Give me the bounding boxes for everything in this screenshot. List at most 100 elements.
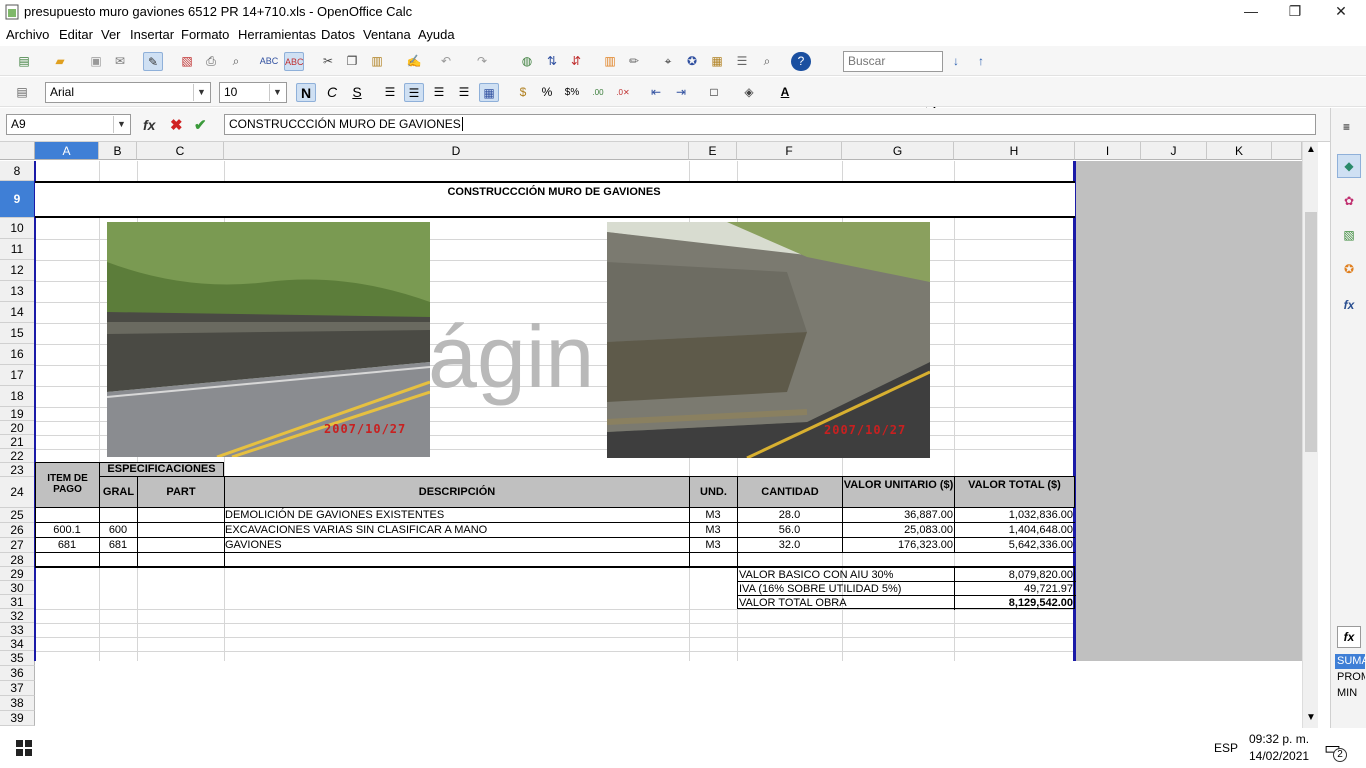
- delete-decimal-icon[interactable]: .0✕: [613, 83, 633, 102]
- find-next-icon[interactable]: ↓: [946, 52, 966, 71]
- align-right-icon[interactable]: ☰: [429, 83, 449, 102]
- spreadsheet-grid[interactable]: A B C D E F G H I J K 8 9 10 11 12 13 14…: [0, 142, 1302, 728]
- find-previous-icon[interactable]: ↑: [971, 52, 991, 71]
- table-row[interactable]: 600.1 600 EXCAVACIONES VARIAS SIN CLASIF…: [35, 523, 1075, 538]
- row-header-8[interactable]: 8: [0, 161, 35, 181]
- vertical-scrollbar[interactable]: ▲ ▼: [1302, 142, 1318, 728]
- row-header-39[interactable]: 39: [0, 711, 35, 726]
- col-header-i[interactable]: I: [1075, 142, 1141, 160]
- row-header-10[interactable]: 10: [0, 218, 35, 239]
- sidebar-menu-icon[interactable]: ≡: [1343, 120, 1350, 134]
- row-header-35[interactable]: 35: [0, 651, 35, 666]
- accept-icon[interactable]: ✔: [194, 116, 207, 134]
- save-icon[interactable]: ▣: [86, 52, 106, 71]
- row-header-20[interactable]: 20: [0, 421, 35, 435]
- standard-format-icon[interactable]: $%: [562, 83, 582, 102]
- row-header-14[interactable]: 14: [0, 302, 35, 323]
- font-color-icon[interactable]: A: [775, 83, 795, 102]
- sort-ascending-icon[interactable]: ⇅: [542, 52, 562, 71]
- increase-indent-icon[interactable]: ⇥: [671, 83, 691, 102]
- formula-input[interactable]: CONSTRUCCCIÓN MURO DE GAVIONES: [224, 114, 1316, 135]
- align-center-icon[interactable]: ☰: [404, 83, 424, 102]
- row-header-16[interactable]: 16: [0, 344, 35, 365]
- format-paintbrush-icon[interactable]: ✍: [404, 52, 424, 71]
- italic-button[interactable]: C: [322, 83, 342, 102]
- col-header-a[interactable]: A: [35, 142, 99, 160]
- minimize-button[interactable]: —: [1228, 0, 1274, 24]
- function-wizard-icon[interactable]: fx: [143, 117, 155, 133]
- font-size-select[interactable]: 10 ▼: [219, 82, 287, 103]
- row-header-38[interactable]: 38: [0, 696, 35, 711]
- functions-sidebar-icon[interactable]: fx: [1337, 294, 1361, 318]
- redo-icon[interactable]: ↷: [472, 52, 492, 71]
- row-header-18[interactable]: 18: [0, 386, 35, 407]
- align-left-icon[interactable]: ☰: [380, 83, 400, 102]
- percent-format-icon[interactable]: %: [537, 83, 557, 102]
- menu-datos[interactable]: Datos: [321, 27, 355, 42]
- scroll-thumb[interactable]: [1305, 212, 1317, 452]
- function-list-item[interactable]: SUMA: [1335, 654, 1366, 669]
- row-header-19[interactable]: 19: [0, 407, 35, 421]
- currency-format-icon[interactable]: $: [513, 83, 533, 102]
- menu-ver[interactable]: Ver: [101, 27, 121, 42]
- edit-mode-icon[interactable]: ✎: [143, 52, 163, 71]
- name-box[interactable]: A9 ▼: [6, 114, 131, 135]
- row-header-34[interactable]: 34: [0, 637, 35, 651]
- row-header-15[interactable]: 15: [0, 323, 35, 344]
- row-header-36[interactable]: 36: [0, 666, 35, 681]
- new-doc-icon[interactable]: ▤: [14, 52, 34, 71]
- clock-time[interactable]: 09:32 p. m.: [1249, 732, 1309, 746]
- col-header-c[interactable]: C: [137, 142, 224, 160]
- gallery-icon[interactable]: ▦: [707, 52, 727, 71]
- styles-formatting-icon[interactable]: ✿: [1337, 190, 1361, 214]
- styles-icon[interactable]: ▤: [12, 83, 32, 102]
- merge-cells-icon[interactable]: ▦: [479, 83, 499, 102]
- chart-icon[interactable]: ▥: [600, 52, 620, 71]
- menu-archivo[interactable]: Archivo: [6, 27, 49, 42]
- row-header-33[interactable]: 33: [0, 623, 35, 637]
- menu-ayuda[interactable]: Ayuda: [418, 27, 455, 42]
- windows-start-icon[interactable]: [16, 740, 32, 756]
- table-row[interactable]: DEMOLICIÓN DE GAVIONES EXISTENTES M3 28.…: [35, 508, 1075, 523]
- corner-select-all[interactable]: [0, 142, 35, 160]
- heading-cell[interactable]: CONSTRUCCCIÓN MURO DE GAVIONES: [35, 181, 1075, 218]
- menu-editar[interactable]: Editar: [59, 27, 93, 42]
- row-header-37[interactable]: 37: [0, 681, 35, 696]
- sort-descending-icon[interactable]: ⇵: [566, 52, 586, 71]
- add-decimal-icon[interactable]: .00: [588, 83, 608, 102]
- row-header-32[interactable]: 32: [0, 609, 35, 623]
- row-header-13[interactable]: 13: [0, 281, 35, 302]
- bold-button[interactable]: N: [296, 83, 316, 102]
- table-row[interactable]: 681 681 GAVIONES M3 32.0 176,323.00 5,64…: [35, 538, 1075, 553]
- row-header-31[interactable]: 31: [0, 595, 35, 609]
- draw-functions-icon[interactable]: ✏: [624, 52, 644, 71]
- row-header-24[interactable]: 24: [0, 477, 35, 508]
- col-header-g[interactable]: G: [842, 142, 954, 160]
- col-header-h[interactable]: H: [954, 142, 1075, 160]
- row-header-29[interactable]: 29: [0, 567, 35, 581]
- search-input[interactable]: Buscar: [843, 51, 943, 72]
- spellcheck-icon[interactable]: ABC: [259, 52, 279, 71]
- row-header-22[interactable]: 22: [0, 449, 35, 463]
- print-preview-icon[interactable]: ⌕: [226, 52, 246, 71]
- background-color-icon[interactable]: ◈: [739, 83, 759, 102]
- clock-date[interactable]: 14/02/2021: [1249, 749, 1309, 763]
- col-header-d[interactable]: D: [224, 142, 689, 160]
- underline-button[interactable]: S: [347, 83, 367, 102]
- col-header-j[interactable]: J: [1141, 142, 1207, 160]
- close-button[interactable]: ✕: [1318, 0, 1364, 24]
- col-header-f[interactable]: F: [737, 142, 842, 160]
- row-header-25[interactable]: 25: [0, 508, 35, 523]
- zoom-icon[interactable]: ⌕: [757, 52, 777, 71]
- export-pdf-icon[interactable]: ▧: [177, 52, 197, 71]
- justify-icon[interactable]: ☰: [454, 83, 474, 102]
- row-header-12[interactable]: 12: [0, 260, 35, 281]
- datasources-icon[interactable]: ☰: [732, 52, 752, 71]
- open-folder-icon[interactable]: ▰: [50, 52, 70, 71]
- print-icon[interactable]: ⎙: [201, 52, 221, 71]
- language-indicator[interactable]: ESP: [1214, 741, 1238, 755]
- scroll-up-icon[interactable]: ▲: [1306, 144, 1316, 155]
- function-list-item[interactable]: PROM: [1335, 670, 1365, 685]
- menu-ventana[interactable]: Ventana: [363, 27, 411, 42]
- row-header-30[interactable]: 30: [0, 581, 35, 595]
